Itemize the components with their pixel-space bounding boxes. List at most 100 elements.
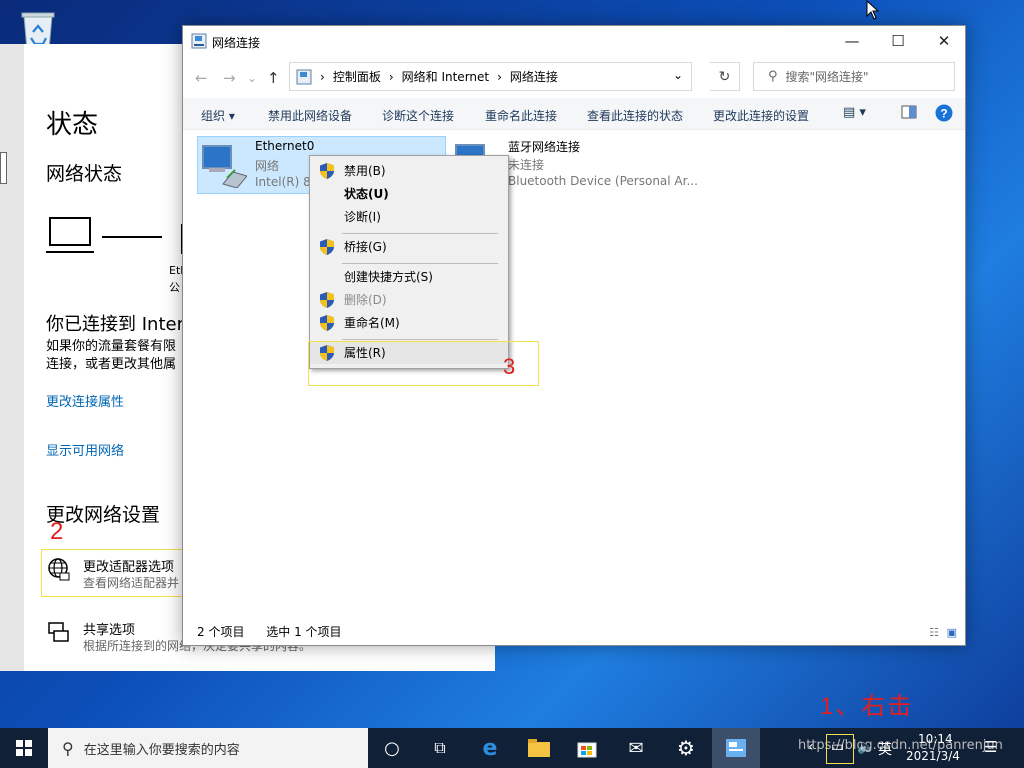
breadcrumb-item[interactable]: 控制面板 (333, 68, 381, 85)
search-input[interactable]: ⚲ 搜索"网络连接" (753, 62, 955, 91)
title-bar[interactable]: 网络连接 — ☐ ✕ (183, 26, 965, 56)
task-view-icon[interactable]: ⧉ (416, 728, 464, 768)
annotation-step-2: 2 (50, 518, 64, 545)
menu-item-label: 禁用(B) (344, 164, 386, 178)
item-device: Bluetooth Device (Personal Ar... (508, 174, 698, 188)
help-icon[interactable]: ? (935, 104, 953, 125)
window-title: 网络连接 (212, 36, 261, 50)
context-menu: 禁用(B) 状态(U) 诊断(I) 桥接(G) 创建快捷方式(S) 删除(D) … (309, 155, 509, 369)
menu-separator (342, 233, 498, 234)
view-options-icon[interactable]: ▤ ▾ (843, 105, 866, 120)
uac-shield-icon (320, 292, 334, 308)
menu-separator (342, 339, 498, 340)
address-row: ← → ⌄ ↑ › 控制面板 › 网络和 Internet › 网络连接 ⌄ ↻… (183, 62, 965, 94)
maximize-button[interactable]: ☐ (875, 26, 921, 56)
preview-pane-icon[interactable] (901, 105, 917, 122)
selected-count: 选中 1 个项目 (266, 625, 342, 639)
large-icons-view-icon[interactable]: ▣ (947, 626, 957, 639)
cortana-icon[interactable]: ○ (368, 728, 416, 768)
nav-indicator[interactable] (0, 152, 7, 184)
recent-dropdown-icon[interactable]: ⌄ (247, 71, 257, 85)
up-arrow-icon[interactable]: ↑ (267, 69, 280, 87)
settings-nav-strip (0, 44, 24, 671)
breadcrumb-item[interactable]: 网络连接 (510, 68, 558, 85)
item-count: 2 个项目 (197, 625, 245, 639)
menu-item-label: 状态(U) (344, 187, 389, 201)
forward-arrow-icon[interactable]: → (223, 69, 236, 87)
control-panel-icon (296, 69, 312, 84)
item-status: 未连接 (508, 158, 545, 172)
start-button[interactable] (0, 728, 48, 768)
menu-item-label: 重命名(M) (344, 316, 400, 330)
uac-shield-icon (320, 315, 334, 331)
network-connections-window: 网络连接 — ☐ ✕ ← → ⌄ ↑ › 控制面板 › 网络和 Internet… (182, 25, 966, 646)
network-connections-taskbar-icon[interactable] (712, 728, 760, 768)
network-tray-icon[interactable]: ▭ (831, 739, 844, 755)
minimize-button[interactable]: — (829, 26, 875, 56)
details-view-icon[interactable]: ☷ (929, 626, 939, 639)
menu-item-label: 创建快捷方式(S) (344, 270, 433, 284)
menu-separator (342, 263, 498, 264)
breadcrumb-sep-icon: › (497, 69, 502, 84)
back-arrow-icon[interactable]: ← (195, 69, 208, 87)
uac-shield-icon (320, 239, 334, 255)
view-status-command[interactable]: 查看此连接的状态 (587, 107, 683, 124)
menu-item-rename[interactable]: 重命名(M) (310, 312, 508, 334)
sharing-icon (48, 622, 69, 642)
breadcrumb-sep-icon: › (320, 69, 325, 84)
adapter-sublabel: 公 (169, 281, 180, 294)
address-dropdown-icon[interactable]: ⌄ (673, 68, 683, 82)
breadcrumb-sep-icon: › (388, 69, 394, 84)
file-explorer-icon[interactable] (515, 728, 563, 768)
menu-item-bridge[interactable]: 桥接(G) (310, 236, 508, 258)
notification-icon[interactable]: ☰ (984, 738, 997, 756)
windows-logo-icon (16, 740, 32, 756)
close-button[interactable]: ✕ (921, 26, 967, 56)
organize-menu[interactable]: 组织 ▾ (201, 107, 235, 124)
edge-browser-icon[interactable]: e (466, 728, 514, 768)
menu-item-create-shortcut[interactable]: 创建快捷方式(S) (310, 266, 508, 288)
annotation-step-3: 3 (503, 354, 516, 379)
change-settings-command[interactable]: 更改此连接的设置 (713, 107, 809, 124)
ime-indicator[interactable]: 英 (878, 739, 892, 759)
breadcrumb-item[interactable]: 网络和 Internet (402, 68, 489, 85)
annotation-step-1: 1、右击 (820, 693, 914, 720)
mail-icon[interactable]: ✉ (612, 728, 660, 768)
settings-gear-icon[interactable]: ⚙ (662, 728, 710, 768)
show-available-networks-link[interactable]: 显示可用网络 (46, 440, 124, 459)
clock-date[interactable]: 2021/3/4 (906, 749, 960, 763)
svg-text:?: ? (940, 107, 947, 121)
show-hidden-icons-button[interactable]: ‹ (808, 739, 814, 755)
connected-desc: 如果你的流量套餐有限 连接，或者更改其他属 (46, 338, 186, 374)
taskbar: ⚲ 在这里输入你要搜索的内容 ○ ⧉ e ✉ ⚙ https://blog.cs… (0, 728, 1024, 768)
clock-time[interactable]: 10:14 (918, 732, 953, 746)
rename-command[interactable]: 重命名此连接 (485, 107, 557, 124)
ethernet-adapter-icon (202, 145, 247, 188)
address-bar[interactable]: › 控制面板 › 网络和 Internet › 网络连接 ⌄ (289, 62, 692, 91)
search-placeholder: 搜索"网络连接" (785, 70, 869, 84)
item-name: Ethernet0 (255, 139, 315, 153)
network-status-heading: 网络状态 (46, 163, 123, 185)
menu-item-disable[interactable]: 禁用(B) (310, 160, 508, 182)
volume-icon[interactable]: 🔈 (857, 739, 874, 755)
connected-desc-line: 如果你的流量套餐有限 (46, 339, 177, 354)
change-connection-properties-link[interactable]: 更改连接属性 (46, 391, 124, 410)
taskbar-search-placeholder: 在这里输入你要搜索的内容 (83, 742, 240, 758)
diagnose-command[interactable]: 诊断这个连接 (382, 107, 454, 124)
connected-desc-line: 连接，或者更改其他属 (46, 357, 177, 372)
menu-item-status[interactable]: 状态(U) (310, 183, 508, 205)
store-icon[interactable] (563, 728, 611, 768)
annotation-box-2 (41, 549, 187, 597)
menu-item-diagnose[interactable]: 诊断(I) (310, 206, 508, 228)
taskbar-search-box[interactable]: ⚲ 在这里输入你要搜索的内容 (48, 728, 368, 768)
sharing-options-title: 共享选项 (83, 623, 136, 638)
menu-item-delete: 删除(D) (310, 289, 508, 311)
refresh-button[interactable]: ↻ (710, 62, 740, 91)
menu-item-label: 桥接(G) (344, 240, 387, 254)
mouse-cursor-icon (866, 0, 880, 20)
disable-device-command[interactable]: 禁用此网络设备 (268, 107, 352, 124)
menu-item-label: 诊断(I) (344, 210, 381, 224)
status-bar: 2 个项目 选中 1 个项目 (197, 623, 342, 640)
network-connections-icon (191, 33, 207, 49)
connected-heading: 你已连接到 Inter (46, 314, 184, 335)
